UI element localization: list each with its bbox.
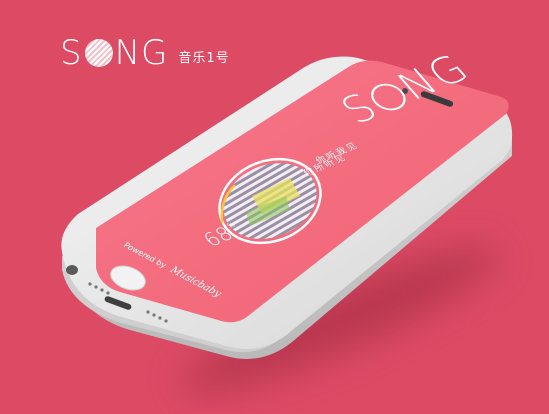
front-camera-icon [402,88,408,94]
phone-illustration [61,56,513,359]
headphone-jack-icon [66,265,78,275]
phone-device: S NG 你听我见 你所听见 68 % Powered by Musicbaby [0,0,549,412]
